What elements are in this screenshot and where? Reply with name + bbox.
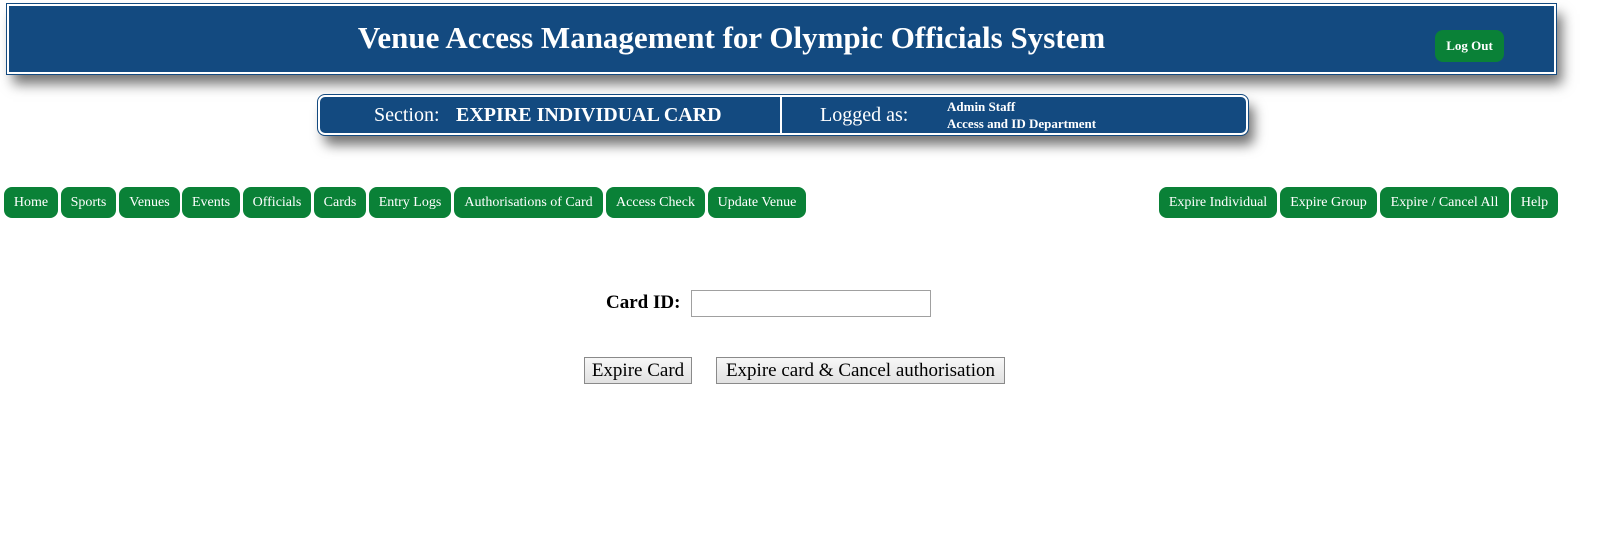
- expire-card-button[interactable]: Expire Card: [584, 357, 692, 384]
- nav-authorisations-of-card[interactable]: Authorisations of Card: [454, 187, 603, 218]
- nav-entry-logs[interactable]: Entry Logs: [369, 187, 451, 218]
- section-value: EXPIRE INDIVIDUAL CARD: [456, 104, 722, 126]
- app-title: Venue Access Management for Olympic Offi…: [357, 20, 1106, 55]
- card-id-label: Card ID:: [606, 292, 681, 313]
- nav-officials[interactable]: Officials: [243, 187, 311, 218]
- section-info: Section: EXPIRE INDIVIDUAL CARD: [320, 97, 782, 133]
- nav-cards[interactable]: Cards: [314, 187, 366, 218]
- nav-expire-group[interactable]: Expire Group: [1280, 187, 1377, 218]
- nav-expire-individual[interactable]: Expire Individual: [1159, 187, 1277, 218]
- expire-and-cancel-button[interactable]: Expire card & Cancel authorisation: [716, 357, 1005, 384]
- nav-update-venue[interactable]: Update Venue: [708, 187, 806, 218]
- section-label: Section:: [374, 104, 440, 126]
- logged-user-department: Access and ID Department: [947, 116, 1097, 131]
- nav-events[interactable]: Events: [182, 187, 240, 218]
- nav-help[interactable]: Help: [1511, 187, 1558, 218]
- nav-venues[interactable]: Venues: [119, 187, 180, 218]
- logout-button[interactable]: Log Out: [1435, 30, 1504, 62]
- nav-access-check[interactable]: Access Check: [606, 187, 705, 218]
- page: Venue Access Management for Olympic Offi…: [0, 0, 1597, 553]
- card-id-input[interactable]: [691, 290, 931, 317]
- logged-user-name: Admin Staff: [947, 99, 1016, 114]
- nav-home[interactable]: Home: [4, 187, 58, 218]
- logged-as-label: Logged as:: [820, 104, 909, 126]
- section-bar: Section: EXPIRE INDIVIDUAL CARD Logged a…: [317, 94, 1249, 136]
- nav-sports[interactable]: Sports: [61, 187, 116, 218]
- header-banner: Venue Access Management for Olympic Offi…: [6, 3, 1557, 75]
- nav-expire-cancel-all[interactable]: Expire / Cancel All: [1380, 187, 1509, 218]
